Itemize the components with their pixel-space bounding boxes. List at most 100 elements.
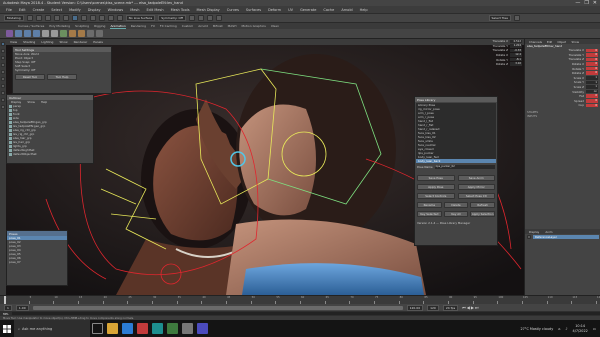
ghost-icon[interactable] bbox=[69, 30, 76, 37]
go-to-start-icon[interactable]: ⏮ bbox=[462, 305, 466, 310]
select-hierarchy-icon[interactable] bbox=[71, 15, 78, 21]
volume-icon[interactable]: ♪ bbox=[565, 327, 567, 331]
menu-mesh[interactable]: Mesh bbox=[130, 8, 139, 12]
outliner-menu-help[interactable]: Help bbox=[39, 100, 47, 104]
snap-point-icon[interactable] bbox=[116, 15, 123, 21]
edit-tab[interactable]: Edit bbox=[545, 40, 552, 44]
render-view-icon[interactable] bbox=[188, 15, 195, 21]
attribute-value[interactable]: 1 bbox=[586, 76, 598, 80]
notifications-icon[interactable]: ▭ bbox=[593, 327, 596, 331]
reset-tool-button[interactable]: Reset Tool bbox=[15, 74, 45, 80]
menu-modify[interactable]: Modify bbox=[69, 8, 81, 12]
channel-value[interactable]: 0.512 bbox=[510, 39, 522, 44]
viewport-menu-lighting[interactable]: Lighting bbox=[41, 40, 53, 44]
menu-arnold[interactable]: Arnold bbox=[341, 8, 352, 12]
select-tree-dropdown[interactable]: Select Tree bbox=[488, 15, 511, 21]
viewport-menu-panels[interactable]: Panels bbox=[93, 40, 103, 44]
key-scale-icon[interactable] bbox=[33, 30, 40, 37]
menu-edit[interactable]: Edit bbox=[19, 8, 26, 12]
menu-select[interactable]: Select bbox=[51, 8, 62, 12]
shelf-tab[interactable]: Custom bbox=[182, 24, 194, 28]
save-anim-button[interactable]: Save Anim bbox=[457, 175, 495, 181]
file-explorer-icon[interactable] bbox=[107, 323, 118, 334]
unghost-icon[interactable] bbox=[78, 30, 85, 37]
channel-value[interactable]: 3.02 bbox=[510, 62, 522, 67]
attribute-value[interactable]: 1 bbox=[586, 85, 598, 89]
attribute-row[interactable]: Cup 0 bbox=[525, 103, 600, 108]
shelf-tab[interactable]: Motion Graphics bbox=[241, 24, 265, 28]
attribute-value[interactable]: 0 bbox=[586, 62, 598, 66]
dope-sheet-icon[interactable] bbox=[51, 30, 58, 37]
maya-icon[interactable] bbox=[152, 323, 163, 334]
move-tool-icon[interactable] bbox=[1, 63, 5, 67]
refresh-button[interactable]: Refresh bbox=[470, 202, 496, 208]
select-pose-ctl-button[interactable]: Select Pose Ctl bbox=[457, 193, 495, 199]
shelf-tab[interactable]: FX bbox=[151, 24, 155, 28]
scale-tool-icon[interactable] bbox=[1, 77, 5, 81]
play-icon[interactable]: ▶ bbox=[471, 305, 474, 310]
snap-curve-icon[interactable] bbox=[107, 15, 114, 21]
new-scene-icon[interactable] bbox=[26, 15, 33, 21]
taskbar-search[interactable]: ⌕ Ask me anything bbox=[14, 320, 90, 337]
command-input[interactable] bbox=[11, 311, 600, 316]
single-view-icon[interactable] bbox=[1, 91, 5, 95]
undo-icon[interactable] bbox=[53, 15, 60, 21]
menu-surfaces[interactable]: Surfaces bbox=[246, 8, 261, 12]
attribute-value[interactable]: 0 bbox=[586, 48, 598, 53]
select-controls-button[interactable]: Select Controls bbox=[417, 193, 455, 199]
menu-mesh-display[interactable]: Mesh Display bbox=[197, 8, 220, 12]
range-start-field[interactable]: 1 bbox=[4, 304, 12, 311]
shelf-tab[interactable]: Sculpting bbox=[75, 24, 89, 28]
step-back-icon[interactable]: ◀ bbox=[467, 305, 470, 310]
sign-in-icon[interactable] bbox=[514, 15, 520, 21]
ipr-render-icon[interactable] bbox=[206, 15, 213, 21]
outliner-layout-icon[interactable] bbox=[1, 105, 5, 109]
apply-mirror-button[interactable]: Apply Mirror bbox=[457, 184, 495, 190]
go-to-end-icon[interactable]: ⏭ bbox=[475, 305, 479, 310]
edge-browser-icon[interactable] bbox=[122, 323, 133, 334]
outliner-menu-show[interactable]: Show bbox=[25, 100, 35, 104]
menu-windows[interactable]: Windows bbox=[108, 8, 124, 12]
menu-help[interactable]: Help bbox=[360, 8, 368, 12]
task-view-icon[interactable] bbox=[92, 323, 103, 334]
clock[interactable]: 10:14 4/7/2022 bbox=[573, 324, 588, 333]
channel-value[interactable]: -0.33 bbox=[510, 48, 522, 53]
channel-value[interactable]: 12.4 bbox=[510, 53, 522, 57]
channel-value[interactable]: 1.204 bbox=[510, 44, 522, 48]
shelf-tab[interactable]: Rendering bbox=[131, 24, 146, 28]
rotate-tool-icon[interactable] bbox=[1, 70, 5, 74]
menu-deform[interactable]: Deform bbox=[268, 8, 281, 12]
range-end-field[interactable]: 120 bbox=[427, 304, 439, 311]
attribute-value[interactable]: 0 bbox=[586, 66, 598, 71]
save-scene-icon[interactable] bbox=[44, 15, 51, 21]
select-object-icon[interactable] bbox=[80, 15, 87, 21]
fps-dropdown[interactable]: 24 fps bbox=[442, 304, 459, 311]
snap-grid-icon[interactable] bbox=[98, 15, 105, 21]
save-pose-button[interactable]: Save Pose bbox=[417, 175, 455, 181]
select-component-icon[interactable] bbox=[89, 15, 96, 21]
viewport-menu-shading[interactable]: Shading bbox=[23, 40, 35, 44]
channel-value[interactable]: -8.1 bbox=[510, 57, 522, 62]
layer-visibility-icon[interactable] bbox=[527, 235, 531, 239]
attribute-value[interactable]: 1 bbox=[586, 80, 598, 85]
select-tool-icon[interactable] bbox=[1, 42, 5, 46]
range-bar[interactable] bbox=[32, 305, 403, 310]
last-tool-icon[interactable] bbox=[1, 84, 5, 88]
pose-list-item[interactable]: pose_07 bbox=[7, 260, 67, 264]
pose-name-field[interactable]: lips_pucker_02 bbox=[434, 165, 495, 169]
shelf-tab[interactable]: Curves / Surfaces bbox=[18, 24, 44, 28]
menu-cache[interactable]: Cache bbox=[323, 8, 334, 12]
menu-generate[interactable]: Generate bbox=[300, 8, 316, 12]
shelf-tab[interactable]: Poly Modeling bbox=[49, 24, 70, 28]
time-slider[interactable]: 1510152025303540455055606570758085909510… bbox=[0, 295, 600, 304]
menu-file[interactable]: File bbox=[6, 8, 12, 12]
playback-start-field[interactable]: 1.00 bbox=[15, 304, 29, 311]
menu-mesh-tools[interactable]: Mesh Tools bbox=[171, 8, 190, 12]
set-key-icon[interactable] bbox=[6, 30, 13, 37]
graph-editor-icon[interactable] bbox=[42, 30, 49, 37]
shelf-tab[interactable]: Animation bbox=[110, 24, 126, 29]
render-settings-icon[interactable] bbox=[215, 15, 222, 21]
menu-create[interactable]: Create bbox=[33, 8, 45, 12]
shelf-tab[interactable]: Arnold bbox=[198, 24, 208, 28]
playback-end-field[interactable]: 120.00 bbox=[406, 304, 424, 311]
